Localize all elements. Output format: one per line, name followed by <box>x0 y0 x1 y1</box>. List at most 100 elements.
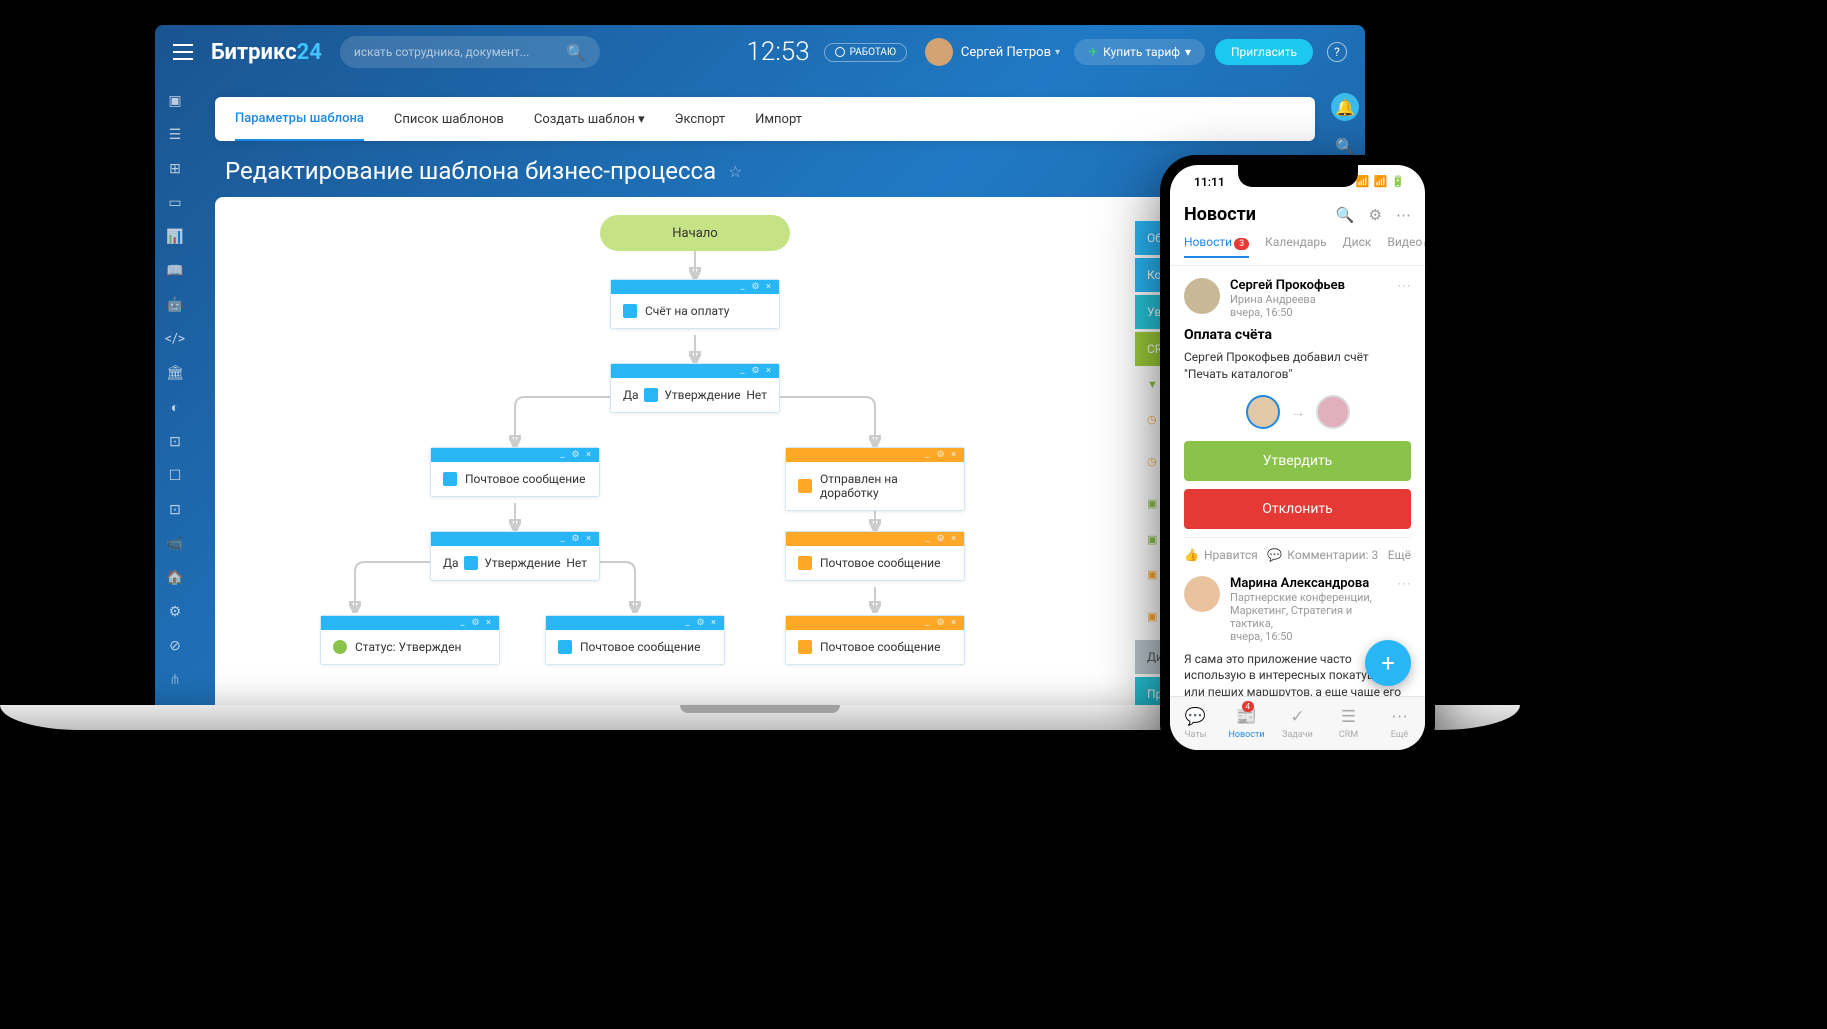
tab-export[interactable]: Экспорт <box>675 99 725 140</box>
search-input[interactable] <box>354 45 566 59</box>
wifi-icon: 📶 <box>1374 175 1388 188</box>
crm-icon: ☰ <box>1341 707 1356 727</box>
mobile-page-title: Новости <box>1184 204 1256 225</box>
flow-node-invoice[interactable]: _⚙× Счёт на оплату <box>610 279 780 329</box>
tasks-icon: ✓ <box>1290 707 1304 727</box>
rail-item-icon[interactable]: 🏠 <box>166 570 184 586</box>
user-name[interactable]: Сергей Петров <box>961 45 1051 60</box>
more-icon[interactable]: ⋯ <box>1397 576 1411 643</box>
avatar[interactable] <box>1316 395 1350 429</box>
close-icon[interactable]: × <box>764 283 773 292</box>
fab-add-button[interactable]: + <box>1365 640 1411 686</box>
settings-icon[interactable]: ⚙ <box>751 283 760 292</box>
search-icon[interactable]: 🔍 <box>566 43 586 62</box>
rail-item-icon[interactable]: 🤖 <box>166 297 184 313</box>
flow-node-mail-1[interactable]: _⚙× Почтовое сообщение <box>430 447 600 497</box>
avatar[interactable] <box>1246 395 1280 429</box>
document-icon <box>798 640 812 654</box>
rail-item-icon[interactable]: ▭ <box>166 195 184 211</box>
rail-item-icon[interactable]: ⊞ <box>166 161 184 177</box>
comments-button[interactable]: 💬 Комментарии: 3 <box>1267 548 1378 562</box>
document-icon <box>798 556 812 570</box>
rail-item-icon[interactable]: ◐ <box>166 399 184 416</box>
rail-item-icon[interactable]: 📖 <box>166 263 184 279</box>
filter-icon[interactable]: ⚙ <box>1369 206 1382 224</box>
document-icon <box>464 556 478 570</box>
tab-template-list[interactable]: Список шаблонов <box>394 99 504 140</box>
mobile-tabs: Новости3 Календарь Диск Видео1 <box>1170 235 1425 266</box>
notifications-icon[interactable]: 🔔 <box>1331 93 1359 121</box>
document-icon <box>644 388 658 402</box>
rail-item-icon[interactable]: ⊡ <box>166 434 184 450</box>
buy-plan-button[interactable]: Купить тариф ▾ <box>1074 39 1205 65</box>
more-link[interactable]: Ещё <box>1388 548 1411 562</box>
post-text: Сергей Прокофьев добавил счёт "Печать ка… <box>1184 349 1411 383</box>
rail-item-icon[interactable]: </> <box>166 331 184 347</box>
rail-item-icon[interactable]: 📊 <box>166 229 184 245</box>
user-avatar[interactable] <box>925 38 953 66</box>
flow-node-approval-1[interactable]: _⚙× ДаУтверждениеНет <box>610 363 780 413</box>
flow-node-mail-4[interactable]: _⚙× Почтовое сообщение <box>785 615 965 665</box>
minimize-icon[interactable]: _ <box>738 283 747 292</box>
rail-item-icon[interactable]: ⊡ <box>166 502 184 518</box>
flow-node-mail-3[interactable]: _⚙× Почтовое сообщение <box>545 615 725 665</box>
flow-node-rework[interactable]: _⚙× Отправлен на доработку <box>785 447 965 511</box>
rail-item-icon[interactable]: ⊘ <box>166 638 184 654</box>
nav-news[interactable]: 📰Новости4 <box>1221 697 1272 750</box>
nav-more[interactable]: ⋯Ещё <box>1374 697 1425 750</box>
tab-create-template[interactable]: Создать шаблон ▾ <box>534 99 645 140</box>
avatar[interactable] <box>1184 576 1220 612</box>
bottom-nav: 💬Чаты 📰Новости4 ✓Задачи ☰CRM ⋯Ещё <box>1170 696 1425 750</box>
chevron-down-icon[interactable]: ▾ <box>1055 47 1060 58</box>
more-icon[interactable]: ⋯ <box>1397 278 1411 319</box>
tabs-bar: Параметры шаблона Список шаблонов Создат… <box>215 97 1315 141</box>
rail-item-icon[interactable]: ⚙ <box>166 604 184 620</box>
approval-flow: → <box>1184 395 1411 429</box>
mobile-tab-disk[interactable]: Диск <box>1343 235 1372 257</box>
feed-post: Сергей Прокофьев Ирина Андреева вчера, 1… <box>1184 278 1411 562</box>
check-icon <box>333 640 347 654</box>
flow-start-node[interactable]: Начало <box>600 215 790 251</box>
work-status-pill[interactable]: РАБОТАЮ <box>824 43 907 62</box>
logo: Битрикс24 <box>211 40 322 65</box>
battery-icon: 🔋 <box>1391 175 1405 188</box>
reject-button[interactable]: Отклонить <box>1184 489 1411 529</box>
tab-import[interactable]: Импорт <box>755 99 802 140</box>
mobile-tab-video[interactable]: Видео1 <box>1387 235 1425 257</box>
right-rail: 🔔 🔍 <box>1325 79 1365 156</box>
more-icon[interactable]: ⋯ <box>1396 206 1411 224</box>
rail-item-icon[interactable]: ▣ <box>166 93 184 109</box>
nav-crm[interactable]: ☰CRM <box>1323 697 1374 750</box>
left-rail: ▣ ☰ ⊞ ▭ 📊 📖 🤖 </> 🏛 ◐ ⊡ ☐ ⊡ 📹 🏠 ⚙ ⊘ ⋔ ⊞ … <box>155 79 195 705</box>
like-button[interactable]: 👍 Нравится <box>1184 548 1258 562</box>
hamburger-icon[interactable] <box>173 44 193 60</box>
post-recipient: Партнерские конференции, Маркетинг, Стра… <box>1230 591 1387 630</box>
avatar[interactable] <box>1184 278 1220 314</box>
approve-button[interactable]: Утвердить <box>1184 441 1411 481</box>
invite-button[interactable]: Пригласить <box>1215 39 1313 65</box>
rail-item-icon[interactable]: ☰ <box>166 127 184 143</box>
tab-template-params[interactable]: Параметры шаблона <box>235 98 364 141</box>
flow-node-status-approved[interactable]: _⚙× Статус: Утвержден <box>320 615 500 665</box>
chat-icon: 💬 <box>1185 707 1206 727</box>
rail-item-icon[interactable]: 🏛 <box>166 365 184 381</box>
nav-chats[interactable]: 💬Чаты <box>1170 697 1221 750</box>
help-icon[interactable]: ? <box>1327 42 1347 62</box>
flow-canvas[interactable]: Начало _⚙× Счёт на оплату _⚙× ДаУтвержде… <box>215 197 1125 705</box>
post-author: Марина Александрова <box>1230 576 1387 591</box>
rail-item-icon[interactable]: 📹 <box>166 536 184 552</box>
rail-item-icon[interactable]: ☐ <box>166 468 184 484</box>
flow-node-mail-2[interactable]: _⚙× Почтовое сообщение <box>785 531 965 581</box>
search-icon[interactable]: 🔍 <box>1336 206 1355 224</box>
flow-node-approval-2[interactable]: _⚙× ДаУтверждениеНет <box>430 531 600 581</box>
document-icon <box>443 472 457 486</box>
mobile-tab-news[interactable]: Новости3 <box>1184 235 1249 257</box>
mobile-tab-calendar[interactable]: Календарь <box>1265 235 1326 257</box>
search-box[interactable]: 🔍 <box>340 36 600 68</box>
nav-tasks[interactable]: ✓Задачи <box>1272 697 1323 750</box>
post-time: вчера, 16:50 <box>1230 630 1387 643</box>
search-icon[interactable]: 🔍 <box>1335 137 1355 156</box>
rail-item-icon[interactable]: ⋔ <box>166 672 184 688</box>
favorite-star-icon[interactable]: ☆ <box>728 162 742 181</box>
more-icon: ⋯ <box>1391 707 1408 727</box>
